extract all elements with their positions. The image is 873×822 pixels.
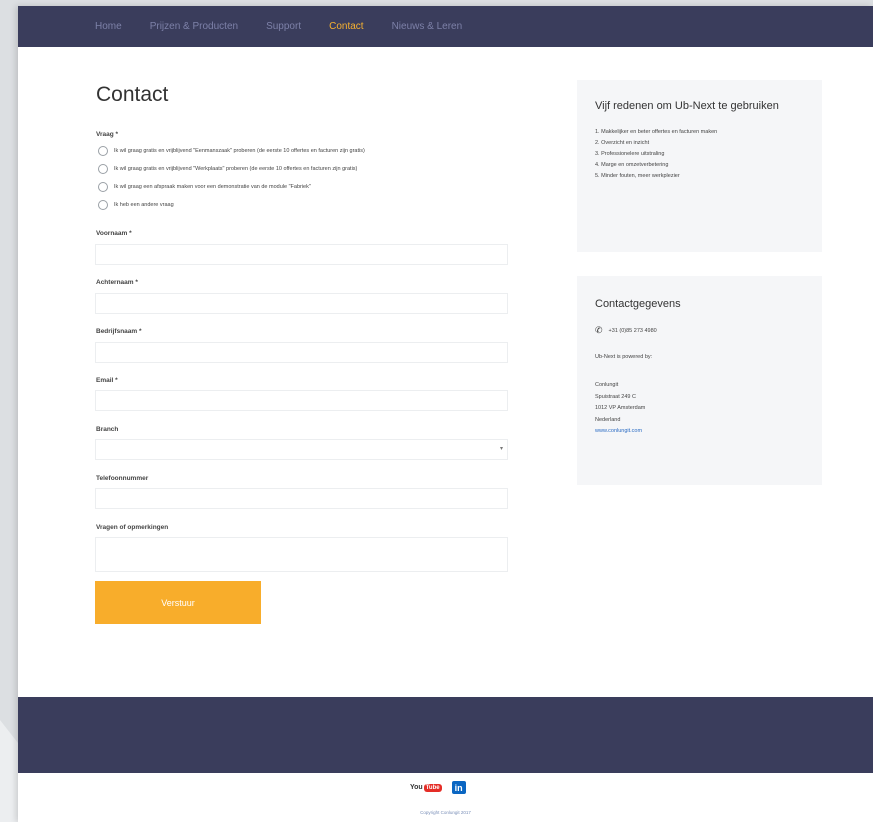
address-line: Spuistraat 249 C — [595, 393, 636, 400]
radio-label: Ik wil graag gratis en vrijblijvend "Wer… — [114, 166, 358, 172]
list-item: 4. Marge en omzetverbetering — [595, 162, 669, 168]
voornaam-input[interactable] — [95, 244, 508, 265]
radio-label: Ik wil graag een afspraak maken voor een… — [114, 184, 311, 190]
achternaam-input[interactable] — [95, 293, 508, 314]
achternaam-label: Achternaam * — [96, 279, 138, 286]
list-item: 3. Professionelere uitstraling — [595, 151, 665, 157]
telefoonnummer-input[interactable] — [95, 488, 508, 509]
youtube-icon[interactable]: You Tube — [410, 783, 442, 792]
radio-option-eenmanszaak[interactable]: Ik wil graag gratis en vrijblijvend "Een… — [98, 146, 365, 156]
radio-option-fabriek[interactable]: Ik wil graag een afspraak maken voor een… — [98, 182, 311, 192]
address-line: 1012 VP Amsterdam — [595, 405, 646, 411]
nav-contact[interactable]: Contact — [329, 21, 363, 32]
reasons-card: Vijf redenen om Ub-Next te gebruiken 1. … — [577, 80, 822, 252]
list-item: 5. Minder fouten, meer werkplezier — [595, 173, 680, 179]
youtube-tube: Tube — [423, 783, 442, 792]
radio-label: Ik heb een andere vraag — [114, 202, 174, 208]
vraag-label: Vraag * — [96, 131, 119, 138]
footer: You Tube in Copyright Conlungit 2017 — [18, 773, 873, 822]
radio-option-andere-vraag[interactable]: Ik heb een andere vraag — [98, 200, 174, 210]
footer-band — [18, 697, 873, 773]
contact-title: Contactgegevens — [595, 298, 681, 310]
website-link[interactable]: www.conlungit.com — [595, 428, 804, 440]
radio-label: Ik wil graag gratis en vrijblijvend "Een… — [114, 148, 365, 154]
list-item: 1. Makkelijker en beter offertes en fact… — [595, 129, 718, 135]
radio-button[interactable] — [98, 146, 108, 156]
voornaam-label: Voornaam * — [96, 230, 132, 237]
phone-row: ✆ +31 (0)85 273 4980 — [595, 325, 804, 336]
phone-icon: ✆ — [595, 325, 603, 335]
youtube-you: You — [410, 784, 423, 791]
address-line: Nederland — [595, 416, 621, 423]
radio-button[interactable] — [98, 200, 108, 210]
radio-option-werkplaats[interactable]: Ik wil graag gratis en vrijblijvend "Wer… — [98, 164, 357, 174]
webpage: Home Prijzen & Producten Support Contact… — [18, 6, 873, 822]
nav-home[interactable]: Home — [95, 21, 122, 32]
list-item: 2. Overzicht en inzicht — [595, 140, 650, 146]
branch-label: Branch — [96, 426, 119, 433]
main-content: Contact Vraag * Ik wil graag gratis en v… — [18, 47, 873, 697]
linkedin-icon[interactable]: in — [451, 781, 466, 794]
email-input[interactable] — [95, 390, 508, 411]
vragen-label: Vragen of opmerkingen — [96, 524, 169, 531]
bedrijfsnaam-label: Bedrijfsnaam * — [96, 328, 142, 335]
address-block: Conlungit Spuistraat 249 C 1012 VP Amste… — [595, 382, 804, 440]
vragen-textarea[interactable] — [95, 537, 508, 572]
phone-number: +31 (0)85 273 4980 — [608, 327, 657, 334]
copyright-text: Copyright Conlungit 2017 — [420, 810, 471, 815]
top-navigation: Home Prijzen & Producten Support Contact… — [18, 6, 873, 47]
branch-select[interactable]: ▾ — [95, 439, 508, 460]
nav-support[interactable]: Support — [266, 21, 301, 32]
reasons-title: Vijf redenen om Ub-Next te gebruiken — [595, 100, 779, 112]
telefoonnummer-label: Telefoonnummer — [96, 475, 149, 482]
address-line: Conlungit — [595, 382, 619, 388]
page-title: Contact — [96, 83, 169, 106]
powered-by-text: Ub-Next is powered by: — [595, 354, 653, 360]
chevron-down-icon: ▾ — [499, 446, 503, 452]
radio-button[interactable] — [98, 182, 108, 192]
reasons-list: 1. Makkelijker en beter offertes en fact… — [595, 129, 804, 184]
email-label: Email * — [96, 377, 118, 384]
nav-prijzen-producten[interactable]: Prijzen & Producten — [150, 21, 238, 32]
nav-nieuws-leren[interactable]: Nieuws & Leren — [392, 21, 463, 32]
contact-card: Contactgegevens ✆ +31 (0)85 273 4980 Ub-… — [577, 276, 822, 485]
radio-button[interactable] — [98, 164, 108, 174]
verstuur-button[interactable]: Verstuur — [95, 581, 261, 624]
bedrijfsnaam-input[interactable] — [95, 342, 508, 363]
social-links: You Tube in — [410, 781, 466, 794]
